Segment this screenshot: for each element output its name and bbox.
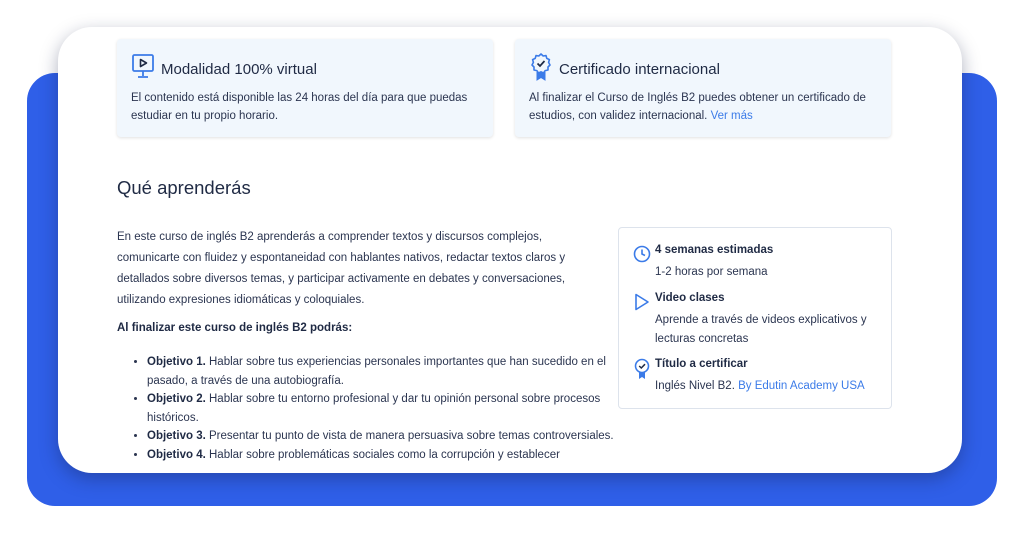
info-subtitle: Inglés Nivel B2. By Edutin Academy USA [655,377,880,396]
info-title: Video clases [655,292,725,304]
info-subtitle: Aprende a través de videos explicativos … [655,314,867,345]
content-card: Modalidad 100% virtual El contenido está… [58,27,962,473]
certificate-badge-icon [633,358,651,379]
objectives-list: Objetivo 1. Hablar sobre tus experiencia… [117,353,617,464]
info-title: 4 semanas estimadas [655,244,774,256]
feature-card-virtual: Modalidad 100% virtual El contenido está… [117,39,493,137]
clock-icon [633,244,651,264]
feature-title: Modalidad 100% virtual [161,61,317,78]
objective-text: Presentar tu punto de vista de manera pe… [209,430,614,442]
ver-mas-link[interactable]: Ver más [711,110,753,122]
objective-item: Objetivo 4. Hablar sobre problemáticas s… [147,446,617,465]
feature-description: Al finalizar el Curso de Inglés B2 puede… [529,89,879,125]
objective-text: Hablar sobre tu entorno profesional y da… [147,393,601,424]
feature-title: Certificado internacional [559,61,720,78]
objective-label: Objetivo 4. [147,448,206,461]
feature-card-certificate: Certificado internacional Al finalizar e… [515,39,891,137]
video-play-icon [131,53,155,81]
section-heading: Qué aprenderás [117,177,251,198]
objective-item: Objetivo 2. Hablar sobre tu entorno prof… [147,390,617,427]
info-title: Título a certificar [655,358,748,370]
feature-description: El contenido está disponible las 24 hora… [131,92,468,122]
objective-text: Hablar sobre tus experiencias personales… [147,356,606,387]
objective-label: Objetivo 3. [147,430,206,442]
objective-item: Objetivo 1. Hablar sobre tus experiencia… [147,353,617,390]
objective-label: Objetivo 1. [147,356,206,368]
edutin-academy-link[interactable]: By Edutin Academy USA [738,380,865,392]
info-subtitle: 1-2 horas por semana [655,266,768,278]
feature-description-text: Al finalizar el Curso de Inglés B2 puede… [529,92,866,122]
objectives-heading: Al finalizar este curso de inglés B2 pod… [117,322,353,334]
course-info-box: 4 semanas estimadas 1-2 horas por semana… [618,227,892,409]
info-subtitle-text: Inglés Nivel B2. [655,380,735,392]
objective-text: Hablar sobre problemáticas sociales como… [209,448,560,461]
objective-label: Objetivo 2. [147,393,206,405]
course-description: En este curso de inglés B2 aprenderás a … [117,231,566,306]
certificate-badge-icon [529,53,553,81]
objective-item: Objetivo 3. Presentar tu punto de vista … [147,427,617,446]
play-triangle-icon [633,292,651,312]
